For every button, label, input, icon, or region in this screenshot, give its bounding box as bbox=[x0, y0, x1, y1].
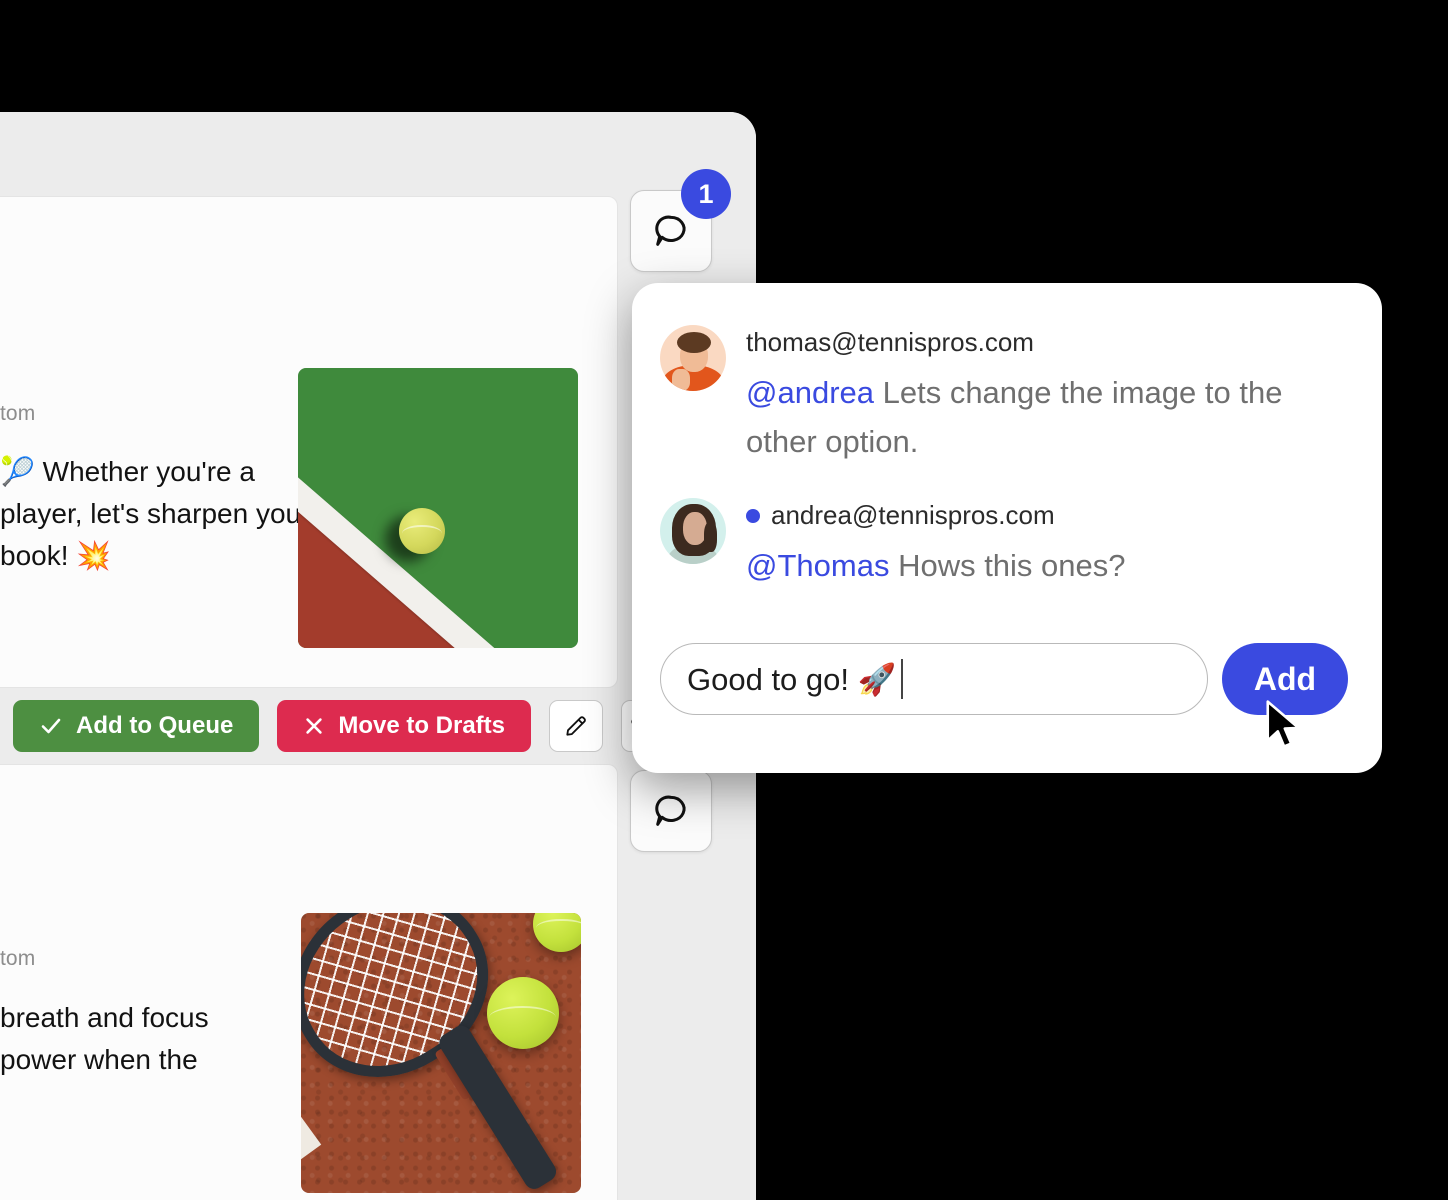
add-comment-button[interactable]: Add bbox=[1222, 643, 1348, 715]
comment-input-value: Good to go! 🚀 bbox=[687, 661, 897, 697]
comment-body: @andrea Lets change the image to the oth… bbox=[746, 368, 1342, 466]
comment-count-badge: 1 bbox=[681, 169, 731, 219]
post-image[interactable] bbox=[298, 368, 578, 648]
comment-popover: thomas@tennispros.com @andrea Lets chang… bbox=[632, 283, 1382, 773]
comment-toggle-button[interactable]: 1 bbox=[630, 169, 731, 272]
comment-bubble-icon bbox=[655, 795, 686, 826]
mention-link[interactable]: @andrea bbox=[746, 375, 874, 410]
close-x-icon bbox=[306, 718, 323, 734]
edit-post-button[interactable] bbox=[549, 700, 604, 752]
post-card[interactable]: tom 🎾 Whether you're a player, let's sha… bbox=[0, 196, 676, 752]
comment-author-email: thomas@tennispros.com bbox=[746, 327, 1342, 358]
app-toolbar bbox=[0, 112, 756, 196]
post-author: tom bbox=[0, 947, 36, 970]
add-to-queue-button[interactable]: Add to Queue bbox=[13, 700, 260, 752]
comment-body-text: Hows this ones? bbox=[889, 548, 1126, 583]
comment-composer: Good to go! 🚀 Add bbox=[660, 643, 1348, 715]
check-icon bbox=[41, 718, 61, 734]
move-to-drafts-button[interactable]: Move to Drafts bbox=[277, 700, 532, 752]
unread-indicator-dot bbox=[746, 508, 760, 523]
add-to-queue-label: Add to Queue bbox=[76, 712, 234, 739]
comment-toggle-button[interactable] bbox=[630, 770, 712, 852]
comment-author-email: andrea@tennispros.com bbox=[746, 500, 1342, 531]
text-caret bbox=[901, 659, 904, 699]
post-body: tom 🎾 Whether you're a player, let's sha… bbox=[0, 197, 676, 752]
tennis-ball-icon bbox=[398, 508, 445, 554]
screen-root: tom 🎾 Whether you're a player, let's sha… bbox=[0, 0, 1448, 1200]
comment-email-text: andrea@tennispros.com bbox=[771, 500, 1055, 530]
post-actions: Add to Queue Move to Drafts bbox=[13, 700, 676, 752]
pencil-icon bbox=[566, 716, 586, 736]
tennis-ball-icon bbox=[486, 977, 559, 1050]
comment-item: andrea@tennispros.com @Thomas Hows this … bbox=[660, 498, 1342, 590]
move-to-drafts-label: Move to Drafts bbox=[338, 712, 506, 739]
comment-email-text: thomas@tennispros.com bbox=[746, 327, 1034, 357]
comment-input[interactable]: Good to go! 🚀 bbox=[660, 643, 1208, 715]
mention-link[interactable]: @Thomas bbox=[746, 548, 889, 583]
post-card[interactable]: tom breath and focus power when the bbox=[0, 764, 618, 1200]
comment-content: andrea@tennispros.com @Thomas Hows this … bbox=[746, 498, 1342, 590]
avatar bbox=[660, 325, 726, 391]
post-body: tom breath and focus power when the bbox=[0, 765, 617, 1200]
post-author: tom bbox=[0, 402, 36, 425]
comment-body: @Thomas Hows this ones? bbox=[746, 541, 1342, 590]
comment-content: thomas@tennispros.com @andrea Lets chang… bbox=[746, 325, 1342, 466]
avatar bbox=[660, 498, 726, 564]
post-image[interactable] bbox=[301, 913, 581, 1193]
comment-item: thomas@tennispros.com @andrea Lets chang… bbox=[660, 325, 1342, 466]
comment-bubble-icon bbox=[655, 215, 686, 246]
